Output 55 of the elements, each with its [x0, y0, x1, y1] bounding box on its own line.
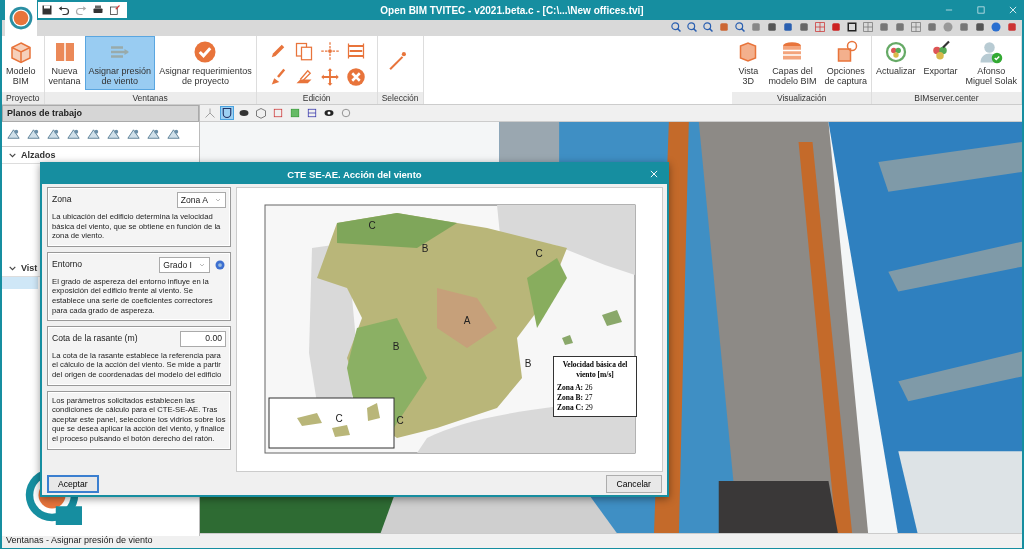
undo-icon[interactable]: [58, 4, 70, 16]
copy-icon[interactable]: [293, 41, 314, 61]
field-label: Zona: [52, 195, 73, 205]
ribbon-button[interactable]: Afonso Miguel Solak: [961, 36, 1021, 90]
group-label: Selección: [377, 92, 423, 104]
ribbon-button[interactable]: Nueva ventana: [44, 36, 85, 90]
panel-icon[interactable]: [306, 107, 318, 119]
maximize-icon[interactable]: [976, 5, 986, 15]
group-label: Edición: [256, 92, 377, 104]
group-label: Visualización: [732, 92, 871, 104]
status-text: Ventanas - Asignar presión de viento: [6, 535, 153, 545]
ribbon-button[interactable]: Asignar presión de viento: [84, 36, 156, 90]
group-label: Ventanas: [44, 92, 256, 104]
ribbon-button[interactable]: Exportar: [919, 36, 962, 90]
circle-icon[interactable]: [942, 21, 954, 33]
window-title: Open BIM TVITEC - v2021.beta.c - [C:\...\New offices.tvi]: [380, 4, 644, 16]
panel-title: Planos de trabajo: [2, 105, 199, 122]
square-icon[interactable]: [846, 21, 858, 33]
panel-icon[interactable]: [289, 107, 301, 119]
dialog-button[interactable]: Aceptar: [47, 475, 99, 493]
grid-icon[interactable]: [862, 21, 874, 33]
grid-icon[interactable]: [910, 21, 922, 33]
panel-icon[interactable]: [272, 107, 284, 119]
move-icon[interactable]: [319, 67, 340, 87]
stretch-icon[interactable]: [345, 41, 366, 61]
dropdown[interactable]: Grado I: [159, 256, 210, 273]
refresh-icon[interactable]: [883, 40, 908, 64]
group-label: Proyecto: [2, 92, 44, 104]
close-icon[interactable]: [1008, 5, 1018, 15]
ribbon-button[interactable]: Opciones de captura: [820, 36, 871, 90]
save-icon[interactable]: [41, 4, 53, 16]
user-avatar-icon[interactable]: [979, 40, 1004, 64]
shield-icon[interactable]: [221, 107, 233, 119]
delete-icon[interactable]: [345, 67, 366, 87]
ribbon-button[interactable]: Vista 3D: [732, 36, 765, 90]
printer-icon[interactable]: [92, 4, 104, 16]
axes-icon[interactable]: [204, 107, 216, 119]
zoom-icon[interactable]: [734, 21, 746, 33]
move-icon[interactable]: [319, 41, 340, 61]
group-label: BIMserver.center: [871, 92, 1021, 104]
field-label: Entorno: [52, 260, 84, 270]
grid-icon[interactable]: [814, 21, 826, 33]
zoom-icon[interactable]: [702, 21, 714, 33]
zoom-icon[interactable]: [670, 21, 682, 33]
tree-item[interactable]: Alzados: [21, 150, 56, 160]
redo-icon[interactable]: [75, 4, 87, 16]
ribbon-button[interactable]: Actualizar: [871, 36, 920, 90]
export-icon[interactable]: [109, 4, 121, 16]
field-label: Cota de la rasante (m): [52, 334, 139, 344]
ribbon-button[interactable]: Capas del modelo BIM: [764, 36, 821, 90]
ribbon-button[interactable]: Asignar requerimientos de proyecto: [155, 36, 256, 90]
ribbon-button[interactable]: Modelo BIM: [2, 36, 40, 90]
check-icon[interactable]: [193, 40, 218, 64]
zoom-icon[interactable]: [686, 21, 698, 33]
tree-item[interactable]: Vist: [21, 263, 38, 273]
